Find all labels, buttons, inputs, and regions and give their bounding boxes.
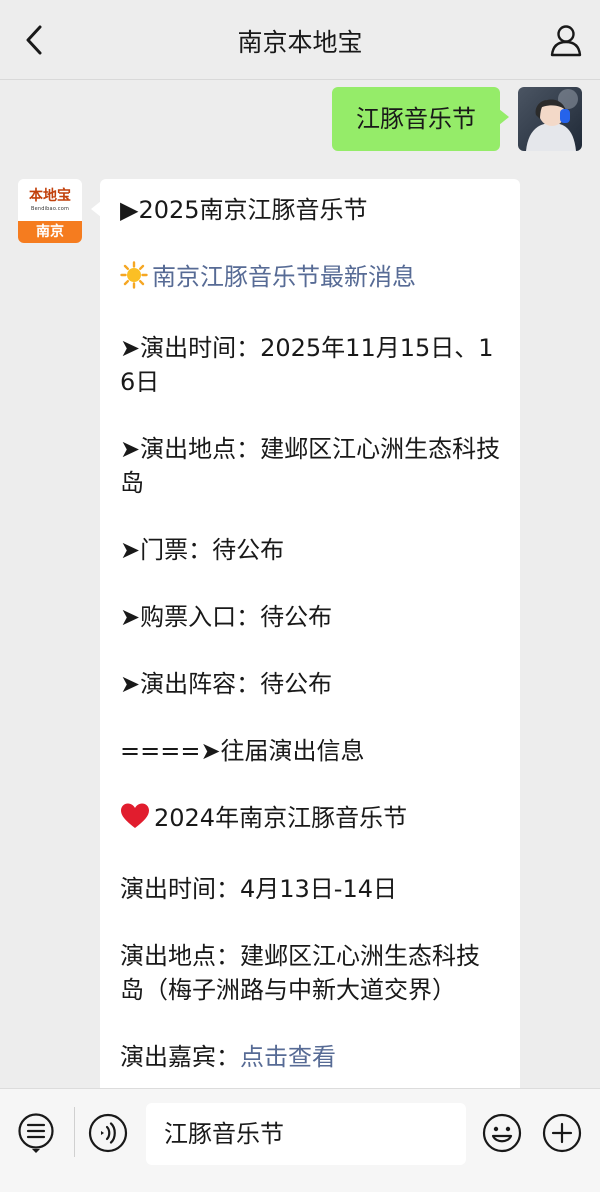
message-line-venue: ➤演出地点：建邺区江心洲生态科技岛 xyxy=(120,435,501,497)
add-button[interactable] xyxy=(542,1113,582,1153)
sun-icon xyxy=(120,261,148,298)
chat-title: 南京本地宝 xyxy=(237,28,363,57)
emoji-button[interactable] xyxy=(482,1113,522,1153)
user-avatar-image xyxy=(518,87,582,151)
emoji-icon xyxy=(482,1113,522,1153)
top-bar: 南京本地宝 xyxy=(0,0,600,80)
message-line-time: ➤演出时间：2025年11月15日、16日 xyxy=(120,334,494,396)
message-line-lineup: ➤演出阵容：待公布 xyxy=(120,670,333,698)
person-icon xyxy=(550,25,582,57)
message-line-2024-venue: 演出地点：建邺区江心洲生态科技岛（梅子洲路与中新大道交界） xyxy=(120,942,480,1004)
outgoing-message-row: 江豚音乐节 xyxy=(332,87,582,151)
message-line-guests: 演出嘉宾：点击查看 xyxy=(120,1040,502,1074)
chat-area[interactable]: 江豚音乐节 本地宝 Bendibao.com 南京 ▶2025南京江豚音乐节 南… xyxy=(0,81,600,1088)
menu-list-icon xyxy=(18,1113,54,1153)
plus-icon xyxy=(542,1113,582,1153)
message-line-tickets: ➤门票：待公布 xyxy=(120,536,285,564)
menu-button[interactable] xyxy=(16,1113,56,1153)
heart-icon xyxy=(120,802,150,839)
outgoing-message-bubble[interactable]: 江豚音乐节 xyxy=(332,87,509,151)
logo-subtext: Bendibao.com xyxy=(30,206,70,212)
official-account-avatar[interactable]: 本地宝 Bendibao.com 南京 xyxy=(18,179,82,243)
divider xyxy=(74,1107,75,1157)
message-line-2025-title: ▶2025南京江豚音乐节 xyxy=(120,196,368,224)
latest-news-link[interactable]: 南京江豚音乐节最新消息 xyxy=(152,263,416,291)
message-line-2024-title: 2024年南京江豚音乐节 xyxy=(120,801,502,839)
logo-text: 本地宝 xyxy=(29,188,71,204)
bottom-input-bar: 江豚音乐节 xyxy=(0,1088,600,1192)
guests-label: 演出嘉宾： xyxy=(120,1043,240,1071)
message-input[interactable]: 江豚音乐节 xyxy=(146,1103,466,1165)
message-line-2024-time: 演出时间：4月13日-14日 xyxy=(120,875,398,903)
message-line-ticket-entry: ➤购票入口：待公布 xyxy=(120,603,333,631)
message-line-2024-text: 2024年南京江豚音乐节 xyxy=(154,804,408,832)
voice-button[interactable] xyxy=(88,1113,128,1153)
logo-city: 南京 xyxy=(18,221,82,243)
latest-news-line: 南京江豚音乐节最新消息 xyxy=(120,260,502,298)
view-guests-link[interactable]: 点击查看 xyxy=(240,1043,336,1071)
voice-icon xyxy=(88,1113,128,1153)
message-line-past-info: ====➤往届演出信息 xyxy=(120,737,365,765)
profile-button[interactable] xyxy=(546,20,586,60)
user-avatar[interactable] xyxy=(518,87,582,151)
incoming-message-bubble: ▶2025南京江豚音乐节 南京江豚音乐节最新消息 ➤演出时间：2025年11月1… xyxy=(91,179,520,1088)
logo-badge: 本地宝 Bendibao.com xyxy=(18,179,82,221)
